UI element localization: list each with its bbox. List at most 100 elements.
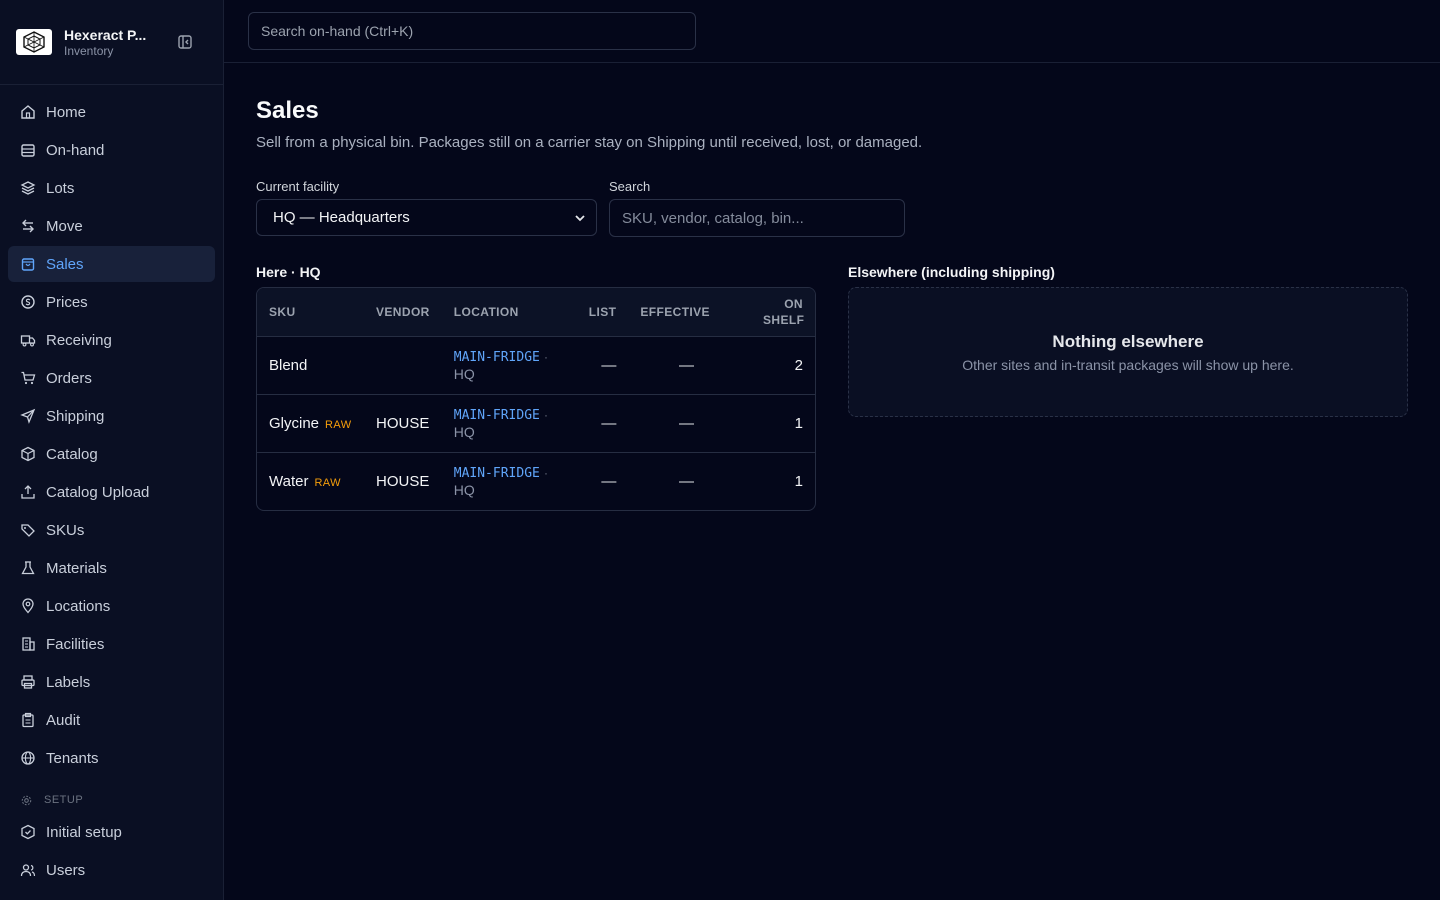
sku-name: Water xyxy=(269,472,309,490)
table-row[interactable]: Water RAW HOUSE MAIN-FRIDGE · HQ — — 1 xyxy=(257,452,815,510)
sidebar-item-sales[interactable]: Sales xyxy=(8,246,215,282)
flask-icon xyxy=(20,560,36,576)
column-header-sku[interactable]: SKU xyxy=(257,288,364,337)
column-header-vendor[interactable]: VENDOR xyxy=(364,288,442,337)
send-icon xyxy=(20,408,36,424)
location-code[interactable]: MAIN-FRIDGE xyxy=(454,350,540,365)
dollar-circle-icon xyxy=(20,294,36,310)
elsewhere-section: Elsewhere (including shipping) Nothing e… xyxy=(848,263,1408,511)
sidebar-item-label: Users xyxy=(46,861,86,879)
sidebar-item-prices[interactable]: Prices xyxy=(8,284,215,320)
column-header-location[interactable]: LOCATION xyxy=(441,288,577,337)
sidebar-item-lots[interactable]: Lots xyxy=(8,170,215,206)
sidebar-item-label: Facilities xyxy=(46,635,105,653)
location-separator: · xyxy=(544,349,549,364)
sidebar-item-label: Lots xyxy=(46,179,75,197)
sidebar-item-locations[interactable]: Locations xyxy=(8,588,215,624)
truck-icon xyxy=(20,332,36,348)
table-row[interactable]: Blend MAIN-FRIDGE · HQ — — 2 xyxy=(257,336,815,394)
main-content: Sales Sell from a physical bin. Packages… xyxy=(256,63,1408,511)
sidebar-item-shipping[interactable]: Shipping xyxy=(8,398,215,434)
gear-icon xyxy=(20,794,33,807)
sidebar-item-label: Orders xyxy=(46,369,92,387)
sidebar-item-facilities[interactable]: Facilities xyxy=(8,626,215,662)
here-title: Here · HQ xyxy=(256,264,321,280)
sidebar-item-label: Move xyxy=(46,217,83,235)
collapse-sidebar-button[interactable] xyxy=(176,33,194,51)
cell-sku: Water RAW xyxy=(257,452,364,510)
sidebar-item-users[interactable]: Users xyxy=(8,852,215,888)
cell-vendor: HOUSE xyxy=(376,414,430,432)
sidebar-item-skus[interactable]: SKUs xyxy=(8,512,215,548)
building-icon xyxy=(20,636,36,652)
sidebar-item-label: Receiving xyxy=(46,331,112,349)
raw-badge: RAW xyxy=(314,476,341,489)
here-section: Here · HQ SKU VENDOR LOCATION LIST EFFEC… xyxy=(256,263,816,511)
sidebar-item-label: Tenants xyxy=(46,749,99,767)
chevron-down-icon xyxy=(575,214,585,221)
sidebar-item-audit[interactable]: Audit xyxy=(8,702,215,738)
sidebar-item-receiving[interactable]: Receiving xyxy=(8,322,215,358)
sidebar-item-label: SKUs xyxy=(46,521,85,539)
cell-location: MAIN-FRIDGE · HQ xyxy=(442,336,577,394)
elsewhere-empty-state: Nothing elsewhere Other sites and in-tra… xyxy=(848,287,1408,417)
sku-name: Glycine xyxy=(269,414,320,432)
table-row[interactable]: Glycine RAW HOUSE MAIN-FRIDGE · HQ — — 1 xyxy=(257,394,815,452)
sales-search-input[interactable] xyxy=(609,199,905,237)
search-label: Search xyxy=(609,179,651,194)
facility-select[interactable]: HQ — Headquarters xyxy=(256,199,597,236)
column-header-effective[interactable]: EFFECTIVE xyxy=(628,288,722,337)
sidebar-item-label: Materials xyxy=(46,559,107,577)
sidebar-item-label: Sales xyxy=(46,255,84,273)
shopping-bag-icon xyxy=(20,256,36,272)
global-search-input[interactable] xyxy=(248,12,696,50)
brand-header: Hexeract P... Inventory xyxy=(0,0,223,85)
location-separator: · xyxy=(544,407,549,422)
sidebar-item-home[interactable]: Home xyxy=(8,94,215,130)
sidebar-item-on-hand[interactable]: On-hand xyxy=(8,132,215,168)
sidebar-item-move[interactable]: Move xyxy=(8,208,215,244)
location-code[interactable]: MAIN-FRIDGE xyxy=(454,408,540,423)
sidebar-item-materials[interactable]: Materials xyxy=(8,550,215,586)
location-code[interactable]: MAIN-FRIDGE xyxy=(454,466,540,481)
empty-state-subtitle: Other sites and in-transit packages will… xyxy=(962,357,1294,373)
column-header-list[interactable]: LIST xyxy=(576,288,629,337)
facility-field: Current facility HQ — Headquarters xyxy=(256,179,597,237)
cell-location: MAIN-FRIDGE · HQ xyxy=(442,394,577,452)
column-header-on-shelf[interactable]: ON SHELF xyxy=(721,288,815,337)
cell-effective: — xyxy=(678,472,694,490)
tags-icon xyxy=(20,522,36,538)
raw-badge: RAW xyxy=(325,418,352,431)
upload-icon xyxy=(20,484,36,500)
cell-vendor: HOUSE xyxy=(376,472,430,490)
sidebar-item-catalog[interactable]: Catalog xyxy=(8,436,215,472)
printer-icon xyxy=(20,674,36,690)
sidebar-item-catalog-upload[interactable]: Catalog Upload xyxy=(8,474,215,510)
layers-icon xyxy=(20,180,36,196)
sidebar-item-label: Prices xyxy=(46,293,88,311)
sidebar-item-orders[interactable]: Orders xyxy=(8,360,215,396)
sidebar-item-label: Home xyxy=(46,103,87,121)
sidebar-item-label: Catalog Upload xyxy=(46,483,150,501)
brand-logo xyxy=(16,29,52,55)
sku-name: Blend xyxy=(269,356,308,374)
package-check-icon xyxy=(20,824,36,840)
sidebar-item-company[interactable]: Company xyxy=(8,890,215,900)
box-icon xyxy=(20,446,36,462)
search-field: Search xyxy=(609,179,905,237)
cell-on-shelf: 1 xyxy=(794,472,803,490)
sidebar-item-initial-setup[interactable]: Initial setup xyxy=(8,814,215,850)
home-icon xyxy=(20,104,36,120)
sidebar-item-labels[interactable]: Labels xyxy=(8,664,215,700)
panel-left-icon xyxy=(178,35,192,49)
arrows-icon xyxy=(20,218,36,234)
cell-on-shelf: 1 xyxy=(794,414,803,432)
sidebar-item-label: On-hand xyxy=(46,141,105,159)
cell-list: — xyxy=(601,414,617,432)
section-label: SETUP xyxy=(44,794,84,806)
map-pin-icon xyxy=(20,598,36,614)
sidebar-item-tenants[interactable]: Tenants xyxy=(8,740,215,776)
brand-name: Hexeract P... xyxy=(64,27,147,43)
sidebar-item-label: Audit xyxy=(46,711,81,729)
location-separator: · xyxy=(544,465,549,480)
